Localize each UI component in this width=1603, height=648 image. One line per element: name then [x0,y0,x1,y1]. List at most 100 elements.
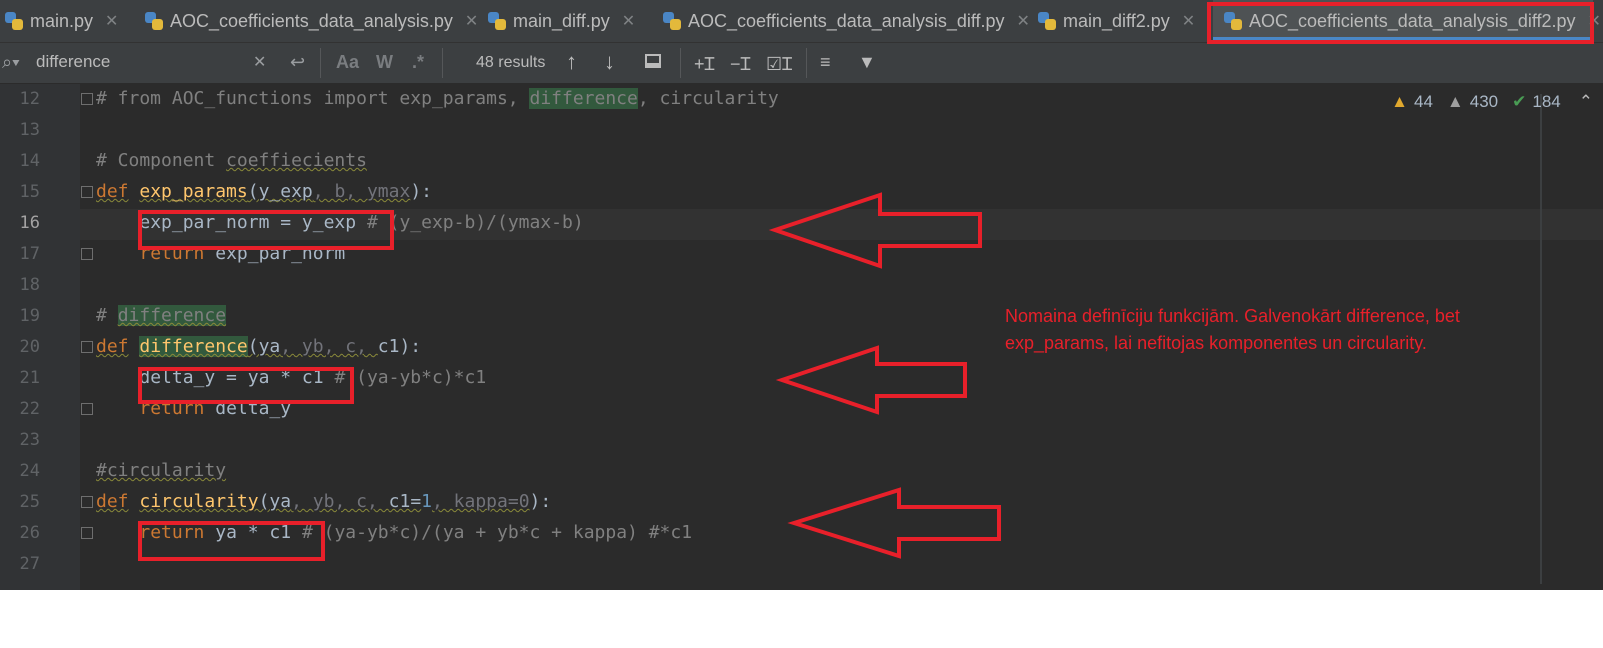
line-number: 12 [19,89,40,109]
number-literal: 1 [421,491,432,512]
function-name: circularity [139,491,259,512]
line-number: 14 [19,151,40,171]
search-match: difference [529,88,638,109]
add-occurrence-icon[interactable]: +Ɪ [694,52,715,76]
fold-marker[interactable] [81,186,93,198]
line-number: 27 [19,554,40,574]
unused-params: , b, ymax [312,181,411,202]
tab-main-diff[interactable]: main_diff.py ✕ [487,0,652,42]
line-number: 25 [19,492,40,512]
tab-label: main_diff2.py [1063,10,1170,31]
unused-params: , yb, c, [291,491,389,512]
search-match: difference [139,336,248,357]
select-all-occurrences-icon[interactable] [645,54,661,68]
line-number: 16 [19,213,40,233]
python-file-icon [4,11,24,31]
remove-occurrence-icon[interactable]: −Ɪ [730,52,751,76]
fold-marker[interactable] [81,248,93,260]
clear-search-icon[interactable]: ✕ [253,52,266,72]
code-text: # from AOC_functions import exp_params, [96,88,530,109]
typo-count: 184 [1532,92,1561,111]
code-text: c1= [388,491,422,512]
warning-icon: ▲ [1391,92,1408,111]
code-line-19: # difference [96,305,227,326]
line-number: 21 [19,368,40,388]
line-number: 19 [19,306,40,326]
search-icon[interactable]: ⌕▾ [2,52,20,73]
match-case-toggle[interactable]: Aa [336,52,359,73]
code-comment: #circularity [96,460,227,481]
tab-aoc-analysis-diff[interactable]: AOC_coefficients_data_analysis_diff.py ✕ [662,0,1030,42]
divider [680,48,681,78]
python-file-icon [1037,11,1057,31]
previous-occurrence-icon[interactable]: ↑ [566,49,577,75]
words-toggle[interactable]: W [376,52,393,73]
filter-icon[interactable]: ▼ [858,52,876,73]
line-number: 13 [19,120,40,140]
divider [806,48,807,78]
fold-marker[interactable] [81,527,93,539]
keyword: def [96,181,129,202]
python-file-icon [144,11,164,31]
close-icon[interactable]: ✕ [1182,11,1195,31]
inspection-widget[interactable]: ▲ 44 ▲ 430 ✔ 184 ⌃ [1391,92,1593,112]
weak-warning-count: 430 [1469,92,1499,111]
annotation-note: Nomaina definīciju funkcijām. Galvenokār… [1005,306,1460,353]
chevron-up-icon[interactable]: ⌃ [1579,92,1593,112]
line-number: 18 [19,275,40,295]
code-text: ): [529,491,552,512]
tab-main-py[interactable]: main.py ✕ [4,0,144,42]
code-comment: # (y_exp-b)/(ymax-b) [366,212,584,233]
line-number: 22 [19,399,40,419]
arrow-left-icon [768,192,982,269]
code-comment: # (ya-yb*c)/(ya + yb*c + kappa) #*c1 [301,522,693,543]
code-line-14: # Component coeffiecients [96,150,367,171]
warning-count: 44 [1414,92,1433,111]
line-number: 17 [19,244,40,264]
tab-label: main.py [30,10,94,31]
keyword: def [96,336,129,357]
arrow-left-icon [787,487,1001,559]
line-number: 20 [19,337,40,357]
code-line-15: def exp_params(y_exp, b, ymax): [96,181,432,202]
python-file-icon [487,11,507,31]
fold-marker[interactable] [81,341,93,353]
fold-marker[interactable] [81,496,93,508]
select-all-matches-icon[interactable]: ☑Ɪ [766,52,792,76]
code-text: , circularity [637,88,779,109]
close-icon[interactable]: ✕ [622,11,635,31]
search-match: difference [117,305,227,326]
close-icon[interactable]: ✕ [465,11,478,31]
typo-word: coeffiecients [226,150,367,171]
fold-marker[interactable] [81,403,93,415]
new-line-icon[interactable]: ↩ [290,52,305,73]
code-text: # [96,305,118,326]
close-icon[interactable]: ✕ [1017,11,1030,31]
tab-main-diff2[interactable]: main_diff2.py ✕ [1037,0,1213,42]
regex-toggle[interactable]: .* [412,52,424,73]
code-text: # Component [96,150,227,171]
code-line-24: #circularity [96,460,226,481]
fold-marker[interactable] [81,93,93,105]
highlight-box-line-16 [138,210,394,250]
next-occurrence-icon[interactable]: ↓ [604,49,615,75]
tab-aoc-analysis[interactable]: AOC_coefficients_data_analysis.py ✕ [144,0,478,42]
python-file-icon [662,11,682,31]
code-text: (y_exp [247,181,313,202]
highlight-box-line-26 [138,521,325,561]
code-line-20: def difference(ya, yb, c, c1): [96,336,421,357]
unused-params: , kappa=0 [432,491,530,512]
filter-options-icon[interactable]: ≡ [820,52,831,73]
function-name: exp_params [139,181,248,202]
arrow-left-icon [775,345,967,415]
close-icon[interactable]: ✕ [105,11,118,31]
keyword: def [96,491,129,512]
find-bar: ⌕▾ difference ✕ ↩ Aa W .* 48 results ↑ ↓… [0,43,1603,84]
search-input[interactable]: difference [36,52,110,72]
code-text: ): [410,181,432,202]
unused-params: , yb, c, [280,336,378,357]
tab-label: AOC_coefficients_data_analysis.py [170,10,453,31]
line-number: 15 [19,182,40,202]
code-text: (ya [258,491,292,512]
highlight-box-line-21 [138,367,354,404]
